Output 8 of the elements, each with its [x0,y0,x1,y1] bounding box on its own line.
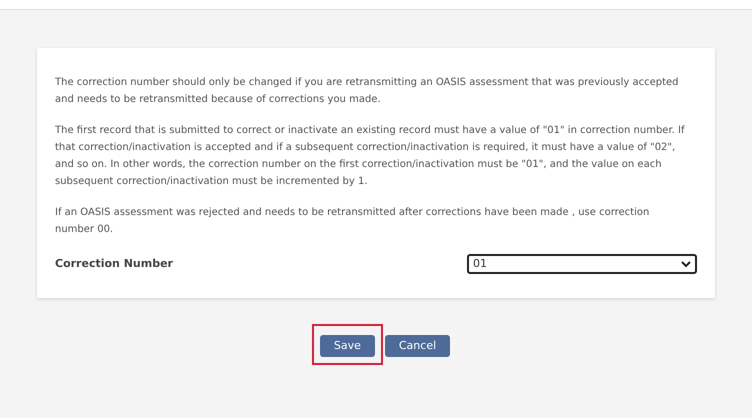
chevron-down-icon [681,260,691,268]
info-paragraph: The correction number should only be changed if you are retransmitting an OASIS assessment that was previously accepted and needs to be retransmitted because of corrections you made. [55,76,680,107]
correction-number-select[interactable]: 01 [467,254,697,274]
cancel-button[interactable]: Cancel [384,335,450,358]
field-label: Correction Number [55,256,173,272]
info-paragraph: The first record that is submitted to correct or inactivate an existing record must have a value of "01" in correction number. If that correction/inactivation is accepted and if a subsequent correction/inactivation is required, it must have a value of "02", and so on. In other words, the correction number on the first correction/inactivation must be "01", and the value on each subsequent correction/inactivation must be incremented by 1. [55,124,686,189]
save-button[interactable]: Save [320,335,375,358]
info-paragraph: If an OASIS assessment was rejected and needs to be retransmitted after corrections have been made , use correction number 00. [55,206,650,237]
